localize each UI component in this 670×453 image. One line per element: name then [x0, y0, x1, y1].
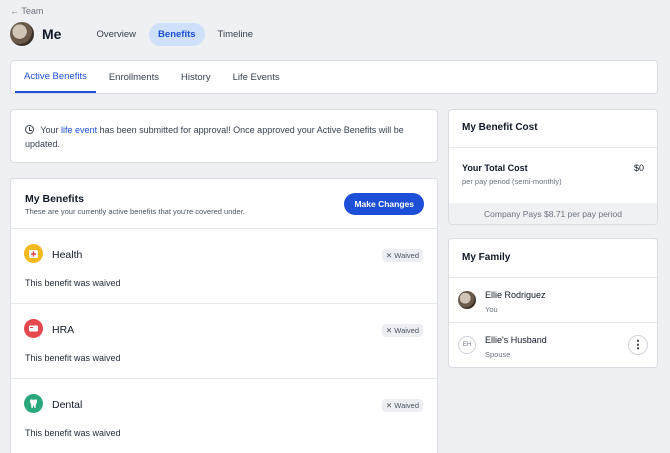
my-benefits-header: My Benefits These are your currently act…	[11, 179, 437, 229]
my-benefits-card: My Benefits These are your currently act…	[10, 178, 438, 453]
make-changes-button[interactable]: Make Changes	[344, 193, 424, 215]
top-nav: Overview Benefits Timeline	[87, 22, 263, 46]
pay-period-text: per pay period (semi-monthly)	[462, 177, 562, 186]
health-plus-icon	[24, 244, 43, 263]
benefit-detail: This benefit was waived	[25, 428, 121, 438]
total-cost-value: $0	[633, 163, 644, 173]
initials-avatar: EH	[458, 336, 476, 354]
page-title: Me	[42, 26, 62, 42]
card-icon	[24, 319, 43, 338]
benefit-name: Dental	[52, 399, 83, 411]
benefit-cost-card: My Benefit Cost Your Total Cost $0 per p…	[448, 109, 658, 225]
page-header: Me Overview Benefits Timeline	[10, 21, 262, 47]
tab-history[interactable]: History	[172, 61, 220, 93]
benefit-row-dental[interactable]: Dental ✕ Waived This benefit was waived	[11, 379, 437, 453]
my-family-card: My Family Ellie Rodriguez You EH Ellie's…	[448, 238, 658, 368]
status-text: Waived	[394, 401, 419, 410]
benefit-row-hra[interactable]: HRA ✕ Waived This benefit was waived	[11, 304, 437, 379]
benefit-cost-title: My Benefit Cost	[449, 110, 657, 148]
benefits-tabs: Active Benefits Enrollments History Life…	[10, 60, 658, 94]
company-pays-text: Company Pays $8.71 per pay period	[449, 203, 657, 224]
member-relation: You	[485, 305, 498, 314]
tab-life-events[interactable]: Life Events	[224, 61, 289, 93]
more-options-icon[interactable]: ⋮	[628, 335, 648, 355]
benefit-detail: This benefit was waived	[25, 278, 121, 288]
my-family-title: My Family	[449, 239, 657, 278]
benefit-name: Health	[52, 249, 83, 261]
nav-timeline[interactable]: Timeline	[209, 23, 263, 46]
family-member-row[interactable]: EH Ellie's Husband Spouse ⋮	[449, 323, 657, 368]
total-cost-section: Your Total Cost $0 per pay period (semi-…	[449, 148, 657, 203]
back-link-team[interactable]: ← Team	[10, 6, 43, 16]
waived-badge: ✕ Waived	[381, 399, 423, 412]
approval-notice: Your life event has been submitted for a…	[10, 109, 438, 163]
member-name: Ellie's Husband	[485, 335, 547, 345]
avatar	[458, 291, 476, 309]
status-text: Waived	[394, 326, 419, 335]
waived-badge: ✕ Waived	[381, 324, 423, 337]
waived-badge: ✕ Waived	[381, 249, 423, 262]
member-relation: Spouse	[485, 350, 511, 359]
avatar	[10, 22, 34, 46]
nav-overview[interactable]: Overview	[87, 23, 145, 46]
notice-text-before: Your	[40, 125, 59, 135]
benefit-name: HRA	[52, 324, 75, 336]
tooth-icon	[24, 394, 43, 413]
nav-benefits[interactable]: Benefits	[149, 22, 205, 46]
status-text: Waived	[394, 251, 419, 260]
member-name: Ellie Rodriguez	[485, 290, 546, 300]
tab-enrollments[interactable]: Enrollments	[100, 61, 168, 93]
benefit-row-health[interactable]: Health ✕ Waived This benefit was waived	[11, 229, 437, 304]
family-member-row[interactable]: Ellie Rodriguez You	[449, 278, 657, 323]
clock-icon	[25, 125, 34, 134]
life-event-link[interactable]: life event	[61, 125, 97, 135]
benefit-detail: This benefit was waived	[25, 353, 121, 363]
tab-active-benefits[interactable]: Active Benefits	[15, 61, 96, 93]
total-cost-label: Your Total Cost	[462, 163, 528, 173]
